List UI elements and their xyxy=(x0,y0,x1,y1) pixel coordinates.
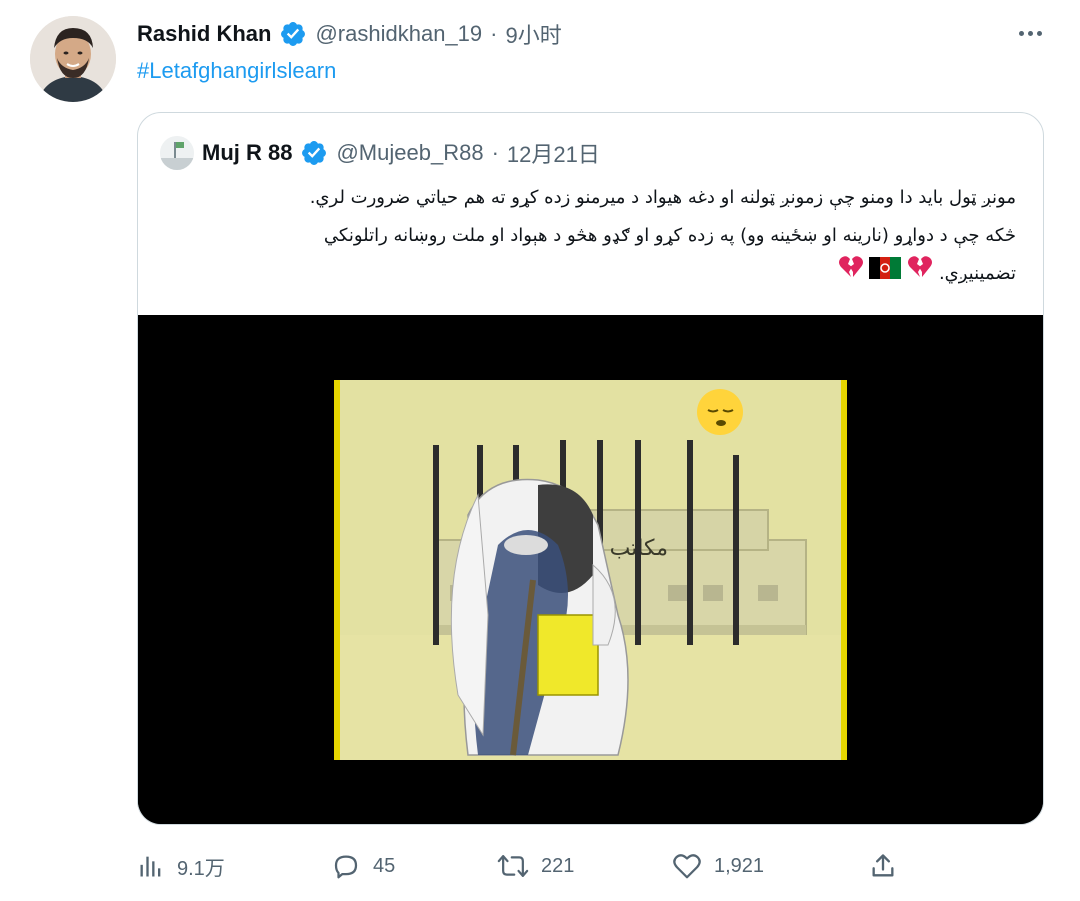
retweet-button[interactable]: 221 xyxy=(497,846,574,886)
separator-dot: · xyxy=(490,21,498,46)
more-options-button[interactable] xyxy=(1010,18,1050,48)
retweet-icon xyxy=(497,855,529,877)
views-button[interactable]: 9.1万 xyxy=(137,846,225,886)
quoted-text-line: مونږ ټول باید دا ومنو چې زمونږ ټولنه او … xyxy=(309,187,1016,208)
share-icon xyxy=(872,854,894,877)
quoted-media-image[interactable]: مکاتب xyxy=(138,315,1043,824)
verified-badge-icon xyxy=(279,20,307,48)
heart-icon xyxy=(673,854,701,879)
tweet-header: Rashid Khan @rashidkhan_19 · 9小时 xyxy=(137,16,562,52)
quoted-tweet-text: مونږ ټول باید دا ومنو چې زمونږ ټولنه او … xyxy=(168,179,1016,293)
reply-count: 45 xyxy=(373,854,396,877)
quoted-text-line: څکه چې د دواړو (نارینه او ښځینه وو) په ز… xyxy=(323,225,1016,246)
reply-icon xyxy=(334,855,358,879)
avatar[interactable] xyxy=(30,16,116,102)
quoted-text-line: تضمینیږي. xyxy=(938,263,1016,284)
author-handle[interactable]: @rashidkhan_19 xyxy=(315,21,482,47)
retweet-count: 221 xyxy=(541,854,575,877)
author-display-name[interactable]: Rashid Khan xyxy=(137,21,271,47)
more-dot-icon xyxy=(1018,30,1024,36)
quoted-timestamp: 12月21日 xyxy=(506,142,600,167)
like-button[interactable]: 1,921 xyxy=(672,846,764,886)
verified-badge-icon xyxy=(300,139,328,167)
reply-button[interactable]: 45 xyxy=(331,846,395,886)
more-dot-icon xyxy=(1027,30,1033,36)
more-dot-icon xyxy=(1036,30,1042,36)
quoted-display-name: Muj R 88 xyxy=(202,140,293,165)
quoted-handle: @Mujeeb_R88 xyxy=(336,140,484,165)
separator-dot: · xyxy=(491,140,499,165)
quoted-tweet-card[interactable]: Muj R 88 @Mujeeb_R88 · 12月21日 مونږ ټول ب… xyxy=(137,112,1044,825)
hashtag-link[interactable]: #Letafghangirlslearn xyxy=(137,58,336,84)
analytics-icon xyxy=(140,856,161,877)
like-count: 1,921 xyxy=(714,854,765,877)
artwork-illustration: مکاتب xyxy=(334,380,847,760)
broken-heart-emoji xyxy=(838,255,864,293)
quoted-text-line-with-emoji: تضمینیږي. xyxy=(168,255,1016,293)
views-count: 9.1万 xyxy=(177,857,225,880)
tweet-action-bar: 9.1万 45 221 1,921 xyxy=(137,846,937,886)
afghanistan-flag-emoji xyxy=(869,255,902,293)
quoted-avatar xyxy=(160,136,194,170)
quoted-tweet-header: Muj R 88 @Mujeeb_R88 · 12月21日 xyxy=(160,135,600,171)
share-button[interactable] xyxy=(869,846,897,886)
tweet-timestamp[interactable]: 9小时 xyxy=(505,18,561,50)
broken-heart-emoji xyxy=(907,255,933,293)
